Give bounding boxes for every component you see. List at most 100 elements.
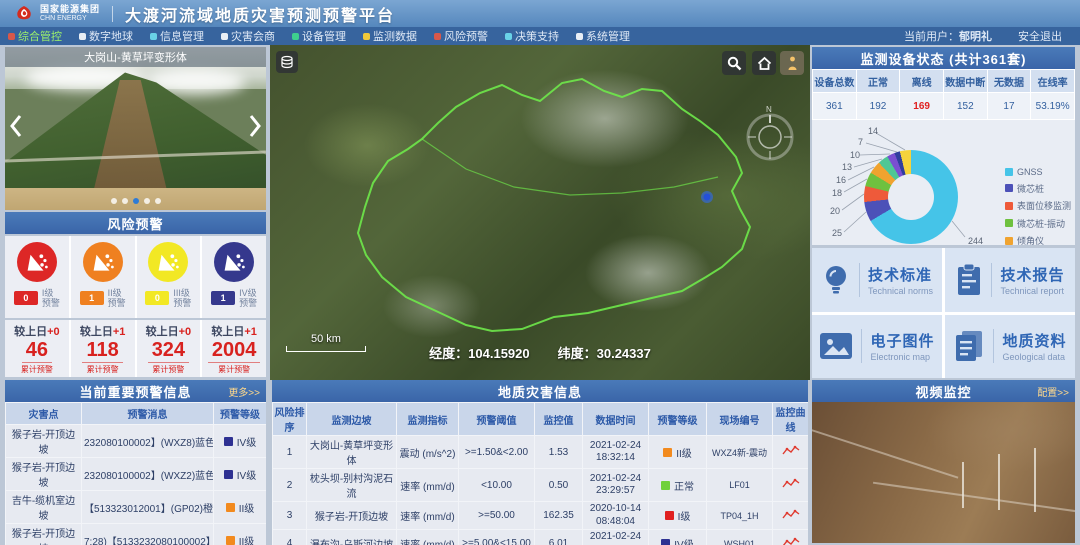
hazard-info-columns: 风险排序监测边坡监测指标预警阈值监控值数据时间预警等级现场编号监控曲线 xyxy=(273,403,809,436)
nav-item-icon xyxy=(79,33,86,40)
risk-total-count: 324 xyxy=(148,339,189,363)
hazard-info-title: 地质灾害信息 xyxy=(498,382,582,401)
map-overlay: N xyxy=(270,45,810,380)
current-user-name: 郁明礼 xyxy=(959,31,992,43)
landslide-warning-icon xyxy=(214,242,254,282)
legend-swatch xyxy=(1005,202,1013,210)
legend-swatch xyxy=(1005,219,1013,227)
carousel-dot[interactable] xyxy=(111,198,117,204)
table-row[interactable]: 3猴子岩-开顶边坡速率 (mm/d)>=50.00162.352020-10-1… xyxy=(273,502,809,530)
risk-totals: 较上日+046累计预警较上日+1118累计预警较上日+0324累计预警较上日+1… xyxy=(5,320,266,377)
rank-cell: 2 xyxy=(273,469,307,502)
warning-info-more-link[interactable]: 更多>> xyxy=(228,384,260,399)
table-row[interactable]: 4瀑布沟-乌斯河边坡速率 (mm/d)>=5.00&<15.006.012021… xyxy=(273,530,809,545)
map-view[interactable]: N xyxy=(270,45,810,380)
landslide-warning-icon xyxy=(148,242,188,282)
warning-level-color xyxy=(226,536,235,545)
table-row[interactable]: 1大岗山-黄草坪变形体震动 (m/s^2)>=1.50&<2.001.53202… xyxy=(273,436,809,469)
carousel-dot[interactable] xyxy=(122,198,128,204)
table-row[interactable]: 猴子岩-开顶边坡232080100002】(WXZ8)蓝色预警：...IV级 xyxy=(6,425,267,458)
technical-report-button[interactable]: 技术报告 Technical report xyxy=(945,248,1075,312)
chevron-right-icon xyxy=(248,114,262,138)
risk-level-label: III级预警 xyxy=(173,288,191,309)
nav-item-决策支持[interactable]: 决策支持 xyxy=(505,28,559,44)
warning-col-预警等级: 预警等级 xyxy=(214,403,267,425)
electronic-map-button[interactable]: 电子图件 Electronic map xyxy=(812,315,942,379)
video-feed[interactable] xyxy=(812,402,1075,543)
video-title: 视频监控 xyxy=(915,382,971,401)
technical-norms-button[interactable]: 技术标准 Technical norms xyxy=(812,248,942,312)
carousel-next-button[interactable] xyxy=(246,111,264,141)
table-row[interactable]: 猴子岩-开顶边坡232080100002】(WXZ2)蓝色预警：...IV级 xyxy=(6,458,267,491)
indicator-cell: 震动 (m/s^2) xyxy=(397,436,459,469)
carousel-prev-button[interactable] xyxy=(7,111,25,141)
carousel-dot[interactable] xyxy=(155,198,161,204)
curve-cell[interactable] xyxy=(773,530,809,545)
device-value: 53.19% xyxy=(1031,93,1075,120)
layers-button[interactable] xyxy=(276,51,298,73)
map-marker[interactable] xyxy=(704,194,711,201)
logout-button[interactable]: 安全退出 xyxy=(1018,28,1062,44)
search-icon xyxy=(727,56,742,71)
hazard-col-预警等级: 预警等级 xyxy=(649,403,707,436)
warning-message-cell[interactable]: 232080100002】(WXZ8)蓝色预警：... xyxy=(82,425,214,458)
nav-item-系统管理[interactable]: 系统管理 xyxy=(576,28,630,44)
video-header: 视频监控 配置>> xyxy=(812,380,1075,402)
warning-level-text: IV级 xyxy=(237,467,256,482)
compass-icon[interactable]: N xyxy=(748,105,792,159)
table-row[interactable]: 吉牛-缆机室边坡【513323012001】(GP02)橙色预警...II级 xyxy=(6,491,267,524)
nav-item-灾害会商[interactable]: 灾害会商 xyxy=(221,28,275,44)
risk-total-label: 累计预警 xyxy=(21,364,53,375)
warning-level-cell: II级 xyxy=(649,436,707,469)
curve-cell[interactable] xyxy=(773,436,809,469)
landslide-warning-icon xyxy=(17,242,57,282)
inner-boundary xyxy=(422,139,718,195)
carousel-dot[interactable] xyxy=(144,198,150,204)
nav-item-label: 系统管理 xyxy=(586,28,630,44)
geological-data-button[interactable]: 地质资料 Geological data xyxy=(945,315,1075,379)
legend-swatch xyxy=(1005,168,1013,176)
video-pole xyxy=(998,454,1000,510)
map-search-button[interactable] xyxy=(722,51,746,75)
hazard-info-rows: 1大岗山-黄草坪变形体震动 (m/s^2)>=1.50&<2.001.53202… xyxy=(273,436,809,545)
nav-item-数字地球[interactable]: 数字地球 xyxy=(79,28,133,44)
value-cell: 162.35 xyxy=(535,502,583,530)
button-title: 技术报告 xyxy=(1000,264,1064,285)
nav-item-综合管控[interactable]: 综合管控 xyxy=(8,28,62,44)
curve-cell[interactable] xyxy=(773,469,809,502)
warning-level-text: II级 xyxy=(676,445,692,460)
warning-level-text: 正常 xyxy=(674,478,694,493)
hazard-site-cell: 吉牛-缆机室边坡 xyxy=(6,491,82,524)
device-col-正常: 正常 xyxy=(856,70,900,93)
curve-cell[interactable] xyxy=(773,502,809,530)
map-home-button[interactable] xyxy=(752,51,776,75)
video-pole xyxy=(1034,448,1036,512)
risk-total-IV级: 较上日+12004累计预警 xyxy=(202,320,266,377)
warning-message-cell[interactable]: 7:28)【5133232080100002】(LF02... xyxy=(82,524,214,545)
warning-message-cell[interactable]: 【513323012001】(GP02)橙色预警... xyxy=(82,491,214,524)
nav-item-信息管理[interactable]: 信息管理 xyxy=(150,28,204,44)
table-row[interactable]: 猴子岩-开顶边坡7:28)【5133232080100002】(LF02...I… xyxy=(6,524,267,545)
time-cell: 2021-02-2418:32:14 xyxy=(583,436,649,469)
risk-total-count: 2004 xyxy=(208,339,261,363)
main-nav: 综合管控数字地球信息管理灾害会商设备管理监测数据风险预警决策支持系统管理 当前用… xyxy=(0,27,1080,45)
warning-level-badge: II级 xyxy=(226,533,255,545)
latitude-label: 纬度： xyxy=(558,346,597,361)
nav-item-监测数据[interactable]: 监测数据 xyxy=(363,28,417,44)
streetview-button[interactable] xyxy=(780,51,804,75)
risk-badge: 0 xyxy=(14,291,38,305)
rank-cell: 1 xyxy=(273,436,307,469)
chevron-left-icon xyxy=(9,114,23,138)
value-cell: 6.01 xyxy=(535,530,583,545)
video-config-link[interactable]: 配置>> xyxy=(1037,384,1069,399)
warning-info-header: 当前重要预警信息 更多>> xyxy=(5,380,266,402)
warning-message-cell[interactable]: 232080100002】(WXZ2)蓝色预警：... xyxy=(82,458,214,491)
button-title: 电子图件 xyxy=(870,330,934,351)
map-coordinates: 经度：104.15920 纬度：30.24337 xyxy=(270,343,810,362)
nav-item-设备管理[interactable]: 设备管理 xyxy=(292,28,346,44)
carousel-dot[interactable] xyxy=(133,198,139,204)
risk-badge: 1 xyxy=(211,291,235,305)
risk-card-III级: 0III级预警 xyxy=(137,236,201,318)
table-row[interactable]: 2枕头坝-别村沟泥石流速率 (mm/d)<10.000.502021-02-24… xyxy=(273,469,809,502)
nav-item-风险预警[interactable]: 风险预警 xyxy=(434,28,488,44)
